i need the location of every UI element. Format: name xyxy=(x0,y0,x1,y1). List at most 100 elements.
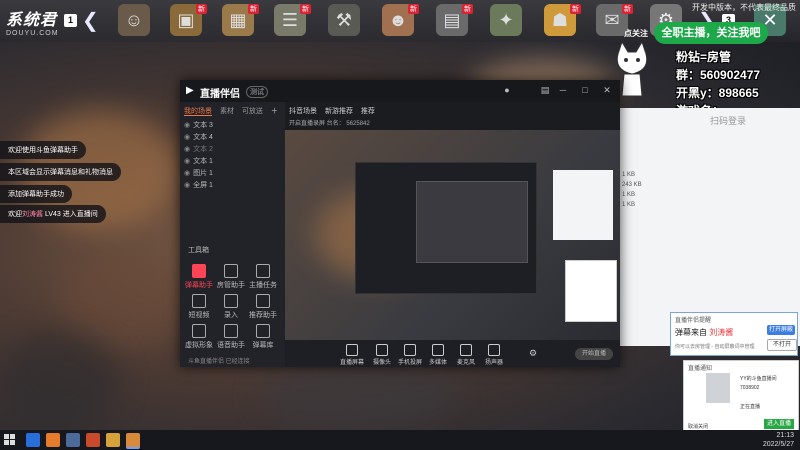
scene-source-tabs: 抖音场景 新游推荐 推荐 xyxy=(289,106,381,116)
source-label: 开启直播录屏 台名： xyxy=(289,121,345,127)
chat-text: LV43 进入直播间 xyxy=(44,211,98,218)
avatar-icon[interactable]: ● xyxy=(502,85,512,95)
follow-tag: 点关注 xyxy=(624,29,648,38)
live-companion-window: ▶ 直播伴侣 测试 ● ▤ ─ □ ✕ 我的场景 素材 可放送 ＋ ◉ 文本 3 … xyxy=(180,80,620,367)
user-icon xyxy=(224,264,238,278)
enable-filter-button[interactable]: 打开屏蔽 xyxy=(767,325,795,335)
tool-record[interactable]: 录入 xyxy=(216,294,246,320)
layer-item[interactable]: ◉ 文本 2 xyxy=(184,144,213,154)
eye-icon[interactable]: ◉ xyxy=(184,146,190,153)
popup-sub: 你可以去房管理 - 自动屏蔽词中管理 xyxy=(675,344,755,350)
steam-icon[interactable] xyxy=(66,433,80,447)
eye-icon[interactable]: ◉ xyxy=(184,134,190,141)
nested-popup xyxy=(565,260,617,322)
tool-label: 房管助手 xyxy=(217,282,245,289)
tool-danmaku[interactable]: 弹幕助手 xyxy=(184,264,214,290)
streamer-avatar xyxy=(706,373,730,403)
voice-icon xyxy=(224,324,238,338)
layer-item[interactable]: ◉ 文本 3 xyxy=(184,120,213,130)
layer-label: 文本 4 xyxy=(193,134,213,141)
dismiss-button[interactable]: 不打开 xyxy=(767,339,797,351)
windows-start-icon[interactable] xyxy=(4,434,16,446)
add-icon[interactable]: ＋ xyxy=(271,108,278,115)
library-icon xyxy=(256,324,270,338)
microphone-icon xyxy=(460,344,472,356)
cancel-close-button[interactable]: 取消关闭 xyxy=(688,423,708,430)
play-icon xyxy=(432,344,444,356)
speaker-icon xyxy=(488,344,500,356)
tab-assets[interactable]: 素材 xyxy=(220,108,234,115)
media-button[interactable]: 多媒体 xyxy=(425,344,451,366)
hammer-icon[interactable]: ⚒ xyxy=(328,4,360,36)
close-button[interactable]: ✕ xyxy=(602,85,612,96)
layer-item[interactable]: ◉ 文本 4 xyxy=(184,132,213,142)
background-window: 扫码登录 1 KB 243 KB 1 KB 1 KB xyxy=(620,108,800,346)
tool-label: 短视频 xyxy=(188,312,210,319)
danmaku-reminder-popup: 直播伴侣提醒 弹幕来自 刘涛酱 你可以去房管理 - 自动屏蔽词中管理 打开屏蔽 … xyxy=(670,312,798,356)
speaker-button[interactable]: 扬声器 xyxy=(481,344,507,366)
tool-avatar[interactable]: 虚拟形象 xyxy=(184,324,214,350)
live-notification-popup: 直播通知 YY的斗鱼直播间 7038902 正在直播 取消关闭 进入直播 xyxy=(683,360,799,434)
tool-danmaku-library[interactable]: 弹幕库 xyxy=(248,324,278,350)
lightbulb-icon[interactable]: ✦ xyxy=(490,4,522,36)
tool-label: 推荐助手 xyxy=(249,312,277,319)
tab-new-games[interactable]: 新游推荐 xyxy=(325,108,353,115)
tab-broadcast[interactable]: 可放送 xyxy=(242,108,263,115)
dev-version-note: 开发中版本，不代表最终品质 xyxy=(692,3,796,12)
game-app-icon[interactable] xyxy=(86,433,100,447)
tool-recommend[interactable]: 推荐助手 xyxy=(248,294,278,320)
eye-icon[interactable]: ◉ xyxy=(184,122,190,129)
tool-short-video[interactable]: 短视频 xyxy=(184,294,214,320)
douyu-app-icon[interactable] xyxy=(46,433,60,447)
eye-icon[interactable]: ◉ xyxy=(184,158,190,165)
screen-capture-button[interactable]: 直播屏幕 xyxy=(339,344,365,366)
start-live-button[interactable]: 开始直播 xyxy=(575,348,613,360)
layer-item[interactable]: ◉ 图片 1 xyxy=(184,168,213,178)
layer-item[interactable]: ◉ 文本 1 xyxy=(184,156,213,166)
chevron-left-icon[interactable]: ❮ xyxy=(82,8,99,33)
live-companion-icon[interactable] xyxy=(126,433,140,449)
tool-voice[interactable]: 语音助手 xyxy=(216,324,246,350)
overlay-line-3: 开黑y：898665 xyxy=(676,86,759,100)
maximize-button[interactable]: □ xyxy=(580,85,590,95)
video-icon xyxy=(192,294,206,308)
tab-douyin-scene[interactable]: 抖音场景 xyxy=(289,108,317,115)
tool-room-admin[interactable]: 房管助手 xyxy=(216,264,246,290)
popup-body: 弹幕来自 刘涛酱 xyxy=(675,327,733,338)
popup-username: 刘涛酱 xyxy=(709,328,734,337)
camera-button[interactable]: 摄像头 xyxy=(369,344,395,366)
layer-label: 全屏 1 xyxy=(193,182,213,189)
layer-item[interactable]: ◉ 全屏 1 xyxy=(184,180,213,190)
enter-live-button[interactable]: 进入直播 xyxy=(764,419,794,429)
system-clock: 21:13 2022/5/27 xyxy=(763,431,794,449)
phone-cast-button[interactable]: 手机投屏 xyxy=(397,344,423,366)
settings-icon[interactable]: ⚙ xyxy=(529,348,537,359)
folder-icon[interactable] xyxy=(106,433,120,447)
new-tag: 新 xyxy=(248,4,259,14)
toolbox-title: 工具箱 xyxy=(188,247,209,254)
new-tag: 新 xyxy=(462,4,473,14)
new-tag: 新 xyxy=(196,4,207,14)
ie-icon[interactable] xyxy=(26,433,40,447)
tool-label: 弹幕助手 xyxy=(185,282,213,289)
tool-tasks[interactable]: 主播任务 xyxy=(248,264,278,290)
microphone-button[interactable]: 麦克风 xyxy=(453,344,479,366)
eye-icon[interactable]: ◉ xyxy=(184,170,190,177)
lock-icon[interactable]: ▤ xyxy=(540,85,550,96)
file-size: 1 KB xyxy=(622,202,636,208)
chat-username: 刘涛酱 xyxy=(22,211,43,218)
clock-date: 2022/5/27 xyxy=(762,441,794,448)
tool-label: 语音助手 xyxy=(217,342,245,349)
image-icon xyxy=(192,324,206,338)
camera-icon xyxy=(376,344,388,356)
stream-preview[interactable] xyxy=(285,130,620,340)
tab-scenes[interactable]: 我的场景 xyxy=(184,108,212,116)
tab-recommend[interactable]: 推荐 xyxy=(361,108,375,115)
chat-prefix: 欢迎 xyxy=(8,211,22,218)
recommend-icon xyxy=(256,294,270,308)
avatar-icon[interactable]: ☺ xyxy=(118,4,150,36)
source-id: 5625842 xyxy=(346,121,370,127)
eye-icon[interactable]: ◉ xyxy=(184,182,190,189)
button-label: 多媒体 xyxy=(428,360,447,366)
minimize-button[interactable]: ─ xyxy=(558,85,568,95)
